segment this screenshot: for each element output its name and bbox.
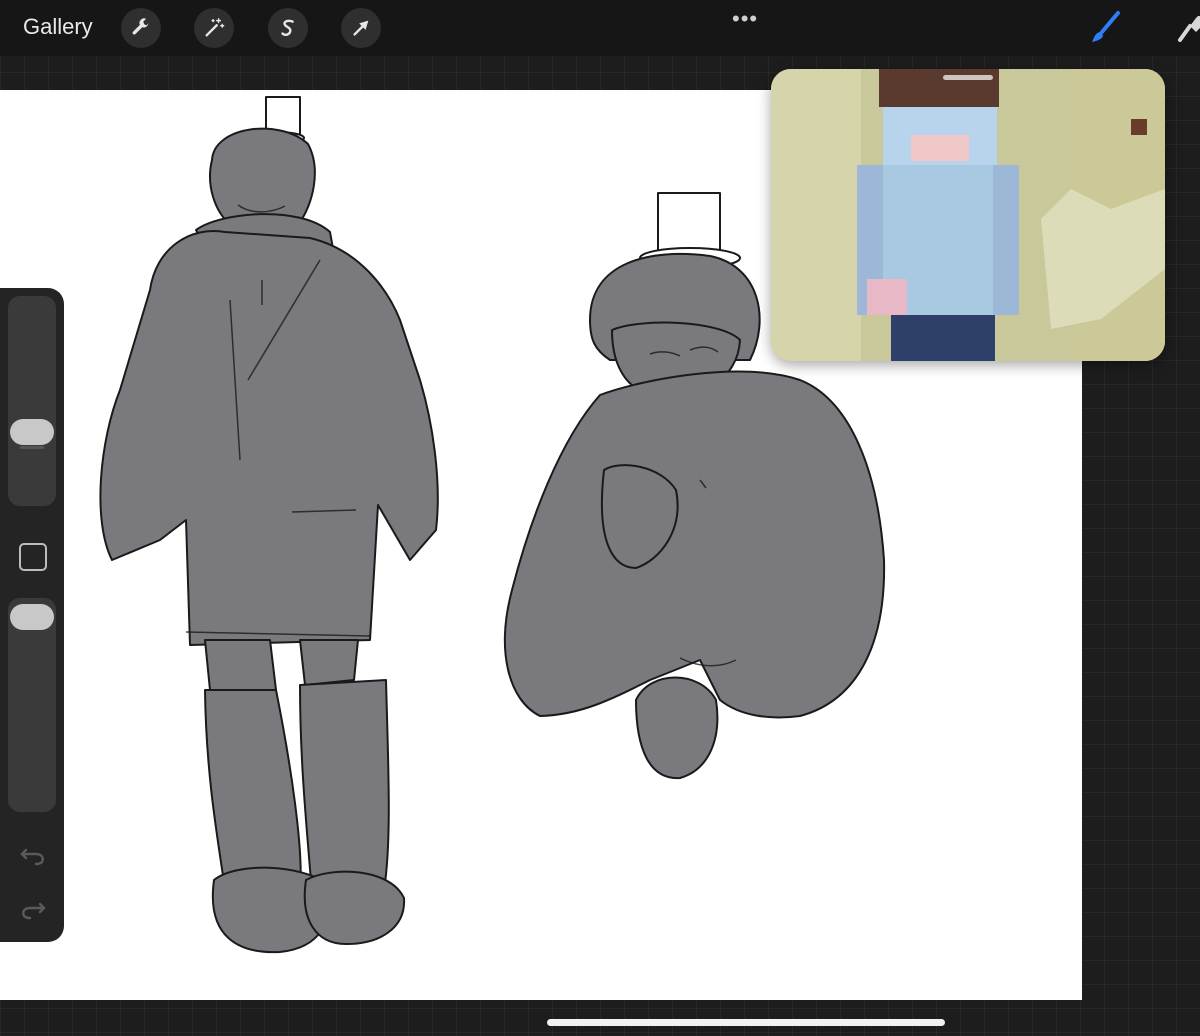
selection-button[interactable]	[268, 8, 308, 48]
reference-drag-handle[interactable]	[943, 75, 993, 80]
gallery-button[interactable]: Gallery	[23, 14, 93, 40]
selection-s-icon	[281, 19, 294, 36]
brush-icon[interactable]	[1088, 10, 1124, 46]
wrench-icon	[132, 18, 149, 35]
slider-tick	[20, 446, 44, 449]
brush-opacity-thumb[interactable]	[10, 604, 54, 630]
more-dots-icon[interactable]: •••	[732, 6, 758, 32]
smudge-icon[interactable]	[1176, 10, 1200, 46]
undo-icon[interactable]	[18, 840, 48, 870]
brush-size-thumb[interactable]	[10, 418, 54, 445]
left-sidebar	[0, 288, 64, 942]
brush-size-slider[interactable]	[8, 296, 56, 506]
transform-button[interactable]	[341, 8, 381, 48]
modify-button[interactable]	[19, 543, 47, 571]
adjustments-button[interactable]	[194, 8, 234, 48]
home-indicator[interactable]	[547, 1019, 945, 1026]
redo-icon[interactable]	[18, 894, 48, 924]
brush-opacity-slider[interactable]	[8, 598, 56, 812]
transform-arrow-icon	[353, 20, 369, 36]
top-toolbar: Gallery •••	[0, 0, 1200, 56]
magic-wand-icon	[205, 18, 225, 37]
actions-button[interactable]	[121, 8, 161, 48]
reference-image	[771, 69, 1165, 361]
reference-image-panel[interactable]	[771, 69, 1165, 361]
